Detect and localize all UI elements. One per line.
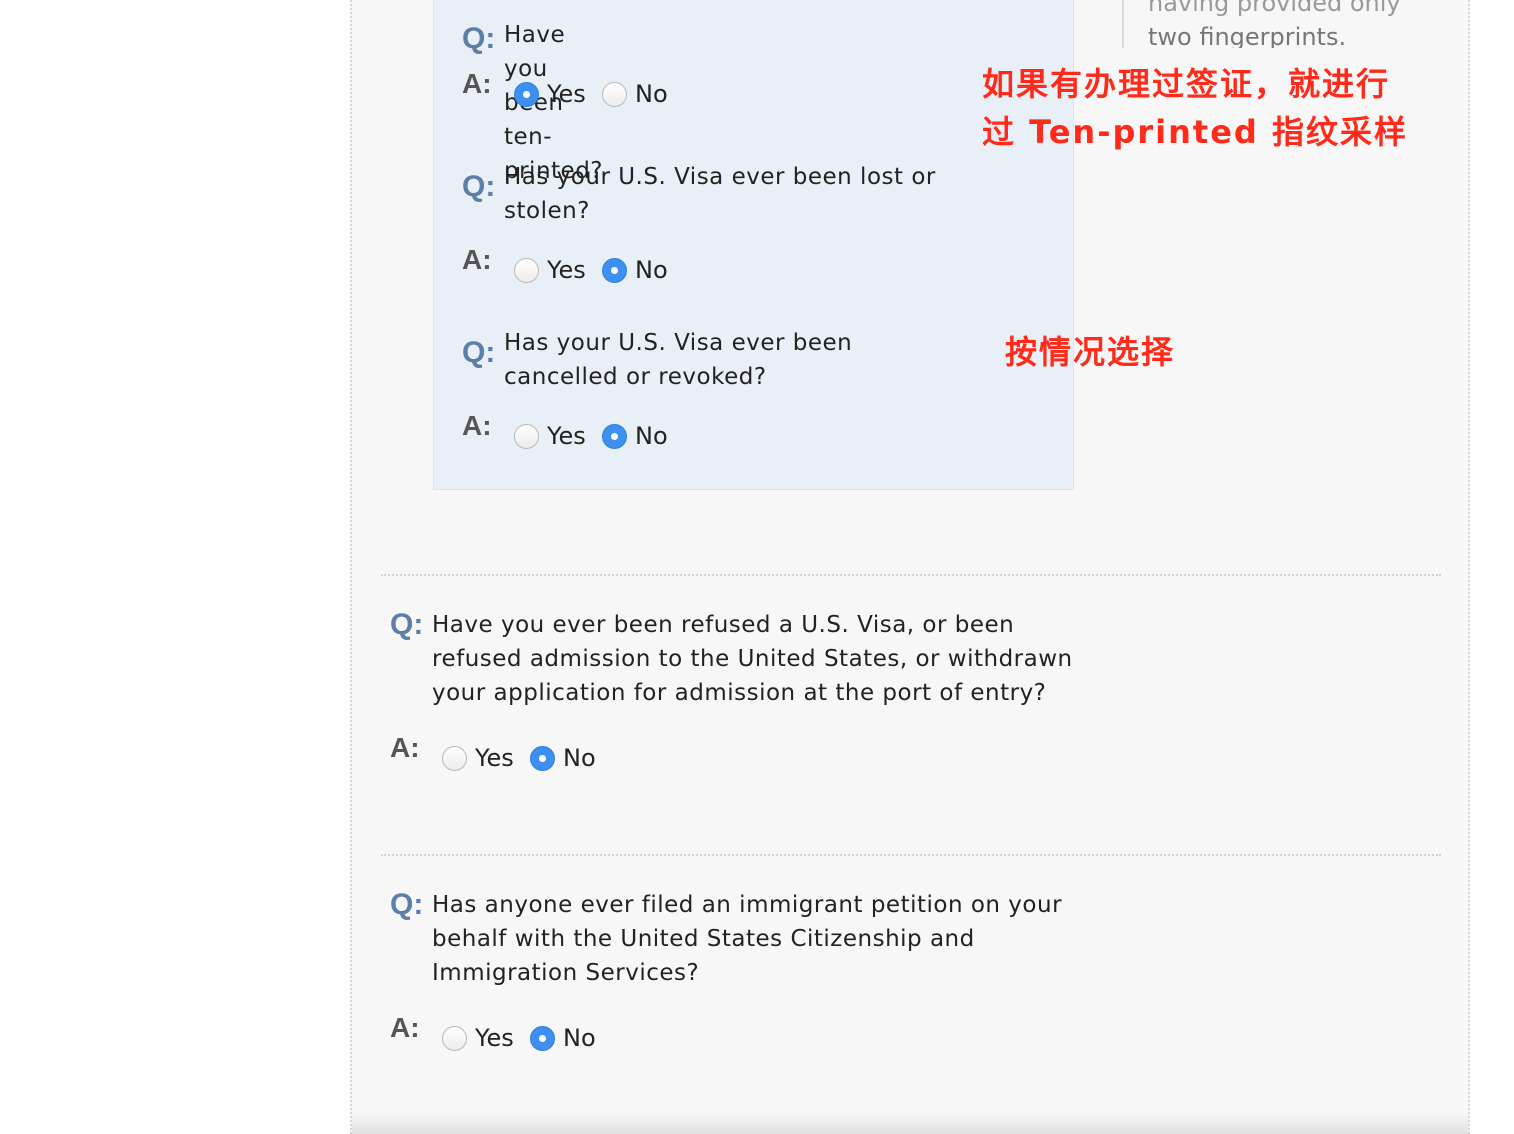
question-text: Has your U.S. Visa ever been cancelled o… <box>504 330 853 390</box>
radio-no-selected[interactable] <box>530 745 555 771</box>
radio-yes[interactable] <box>442 1025 467 1051</box>
a-label: A: <box>462 244 492 275</box>
option-label: Yes <box>547 256 586 284</box>
option-label: No <box>635 256 668 284</box>
option-label: Yes <box>475 744 514 772</box>
annotation-line-2: 过 Ten-printed 指纹采样 <box>982 113 1408 151</box>
question-text: Has anyone ever filed an immigrant petit… <box>432 892 1063 986</box>
option-no[interactable]: No <box>530 744 596 772</box>
annotation-ten-printed-note: 如果有办理过签证，就进行 过 Ten-printed 指纹采样 <box>982 60 1408 156</box>
q-label: Q: <box>390 888 424 921</box>
radio-yes[interactable] <box>514 257 539 283</box>
q-label: Q: <box>462 170 496 203</box>
option-yes[interactable]: Yes <box>514 422 586 450</box>
radio-no-selected[interactable] <box>530 1025 555 1051</box>
option-label: Yes <box>475 1024 514 1052</box>
option-no[interactable]: No <box>602 80 668 108</box>
option-yes[interactable]: Yes <box>514 256 586 284</box>
a-label: A: <box>462 68 492 99</box>
option-label: No <box>635 80 668 108</box>
help-note: having provided only two fingerprints. <box>1122 0 1422 48</box>
option-no[interactable]: No <box>602 422 668 450</box>
a-label: A: <box>390 732 420 763</box>
option-label: Yes <box>547 80 586 108</box>
option-label: No <box>635 422 668 450</box>
radio-no-selected[interactable] <box>602 423 627 449</box>
radio-yes[interactable] <box>514 423 539 449</box>
q-label: Q: <box>462 336 496 369</box>
option-label: Yes <box>547 422 586 450</box>
option-label: No <box>563 1024 596 1052</box>
option-yes[interactable]: Yes <box>514 80 586 108</box>
radio-yes[interactable] <box>442 745 467 771</box>
radio-no-selected[interactable] <box>602 257 627 283</box>
help-note-line-2: two fingerprints. <box>1148 23 1347 48</box>
section-divider <box>381 854 1441 856</box>
panel-bottom-band <box>352 1112 1468 1134</box>
section-divider <box>381 574 1441 576</box>
radio-no[interactable] <box>602 81 627 107</box>
a-label: A: <box>390 1012 420 1043</box>
a-label: A: <box>462 410 492 441</box>
annotation-line-1: 如果有办理过签证，就进行 <box>982 65 1391 103</box>
option-no[interactable]: No <box>530 1024 596 1052</box>
q-label: Q: <box>462 22 496 55</box>
option-no[interactable]: No <box>602 256 668 284</box>
option-yes[interactable]: Yes <box>442 1024 514 1052</box>
question-text: Has your U.S. Visa ever been lost or sto… <box>504 164 936 224</box>
question-text: Have you ever been refused a U.S. Visa, … <box>432 612 1073 706</box>
option-label: No <box>563 744 596 772</box>
option-yes[interactable]: Yes <box>442 744 514 772</box>
help-note-line-1: having provided only <box>1148 0 1401 17</box>
radio-yes-selected[interactable] <box>514 81 539 107</box>
q-label: Q: <box>390 608 424 641</box>
annotation-choose-as-applicable: 按情况选择 <box>1005 333 1176 371</box>
